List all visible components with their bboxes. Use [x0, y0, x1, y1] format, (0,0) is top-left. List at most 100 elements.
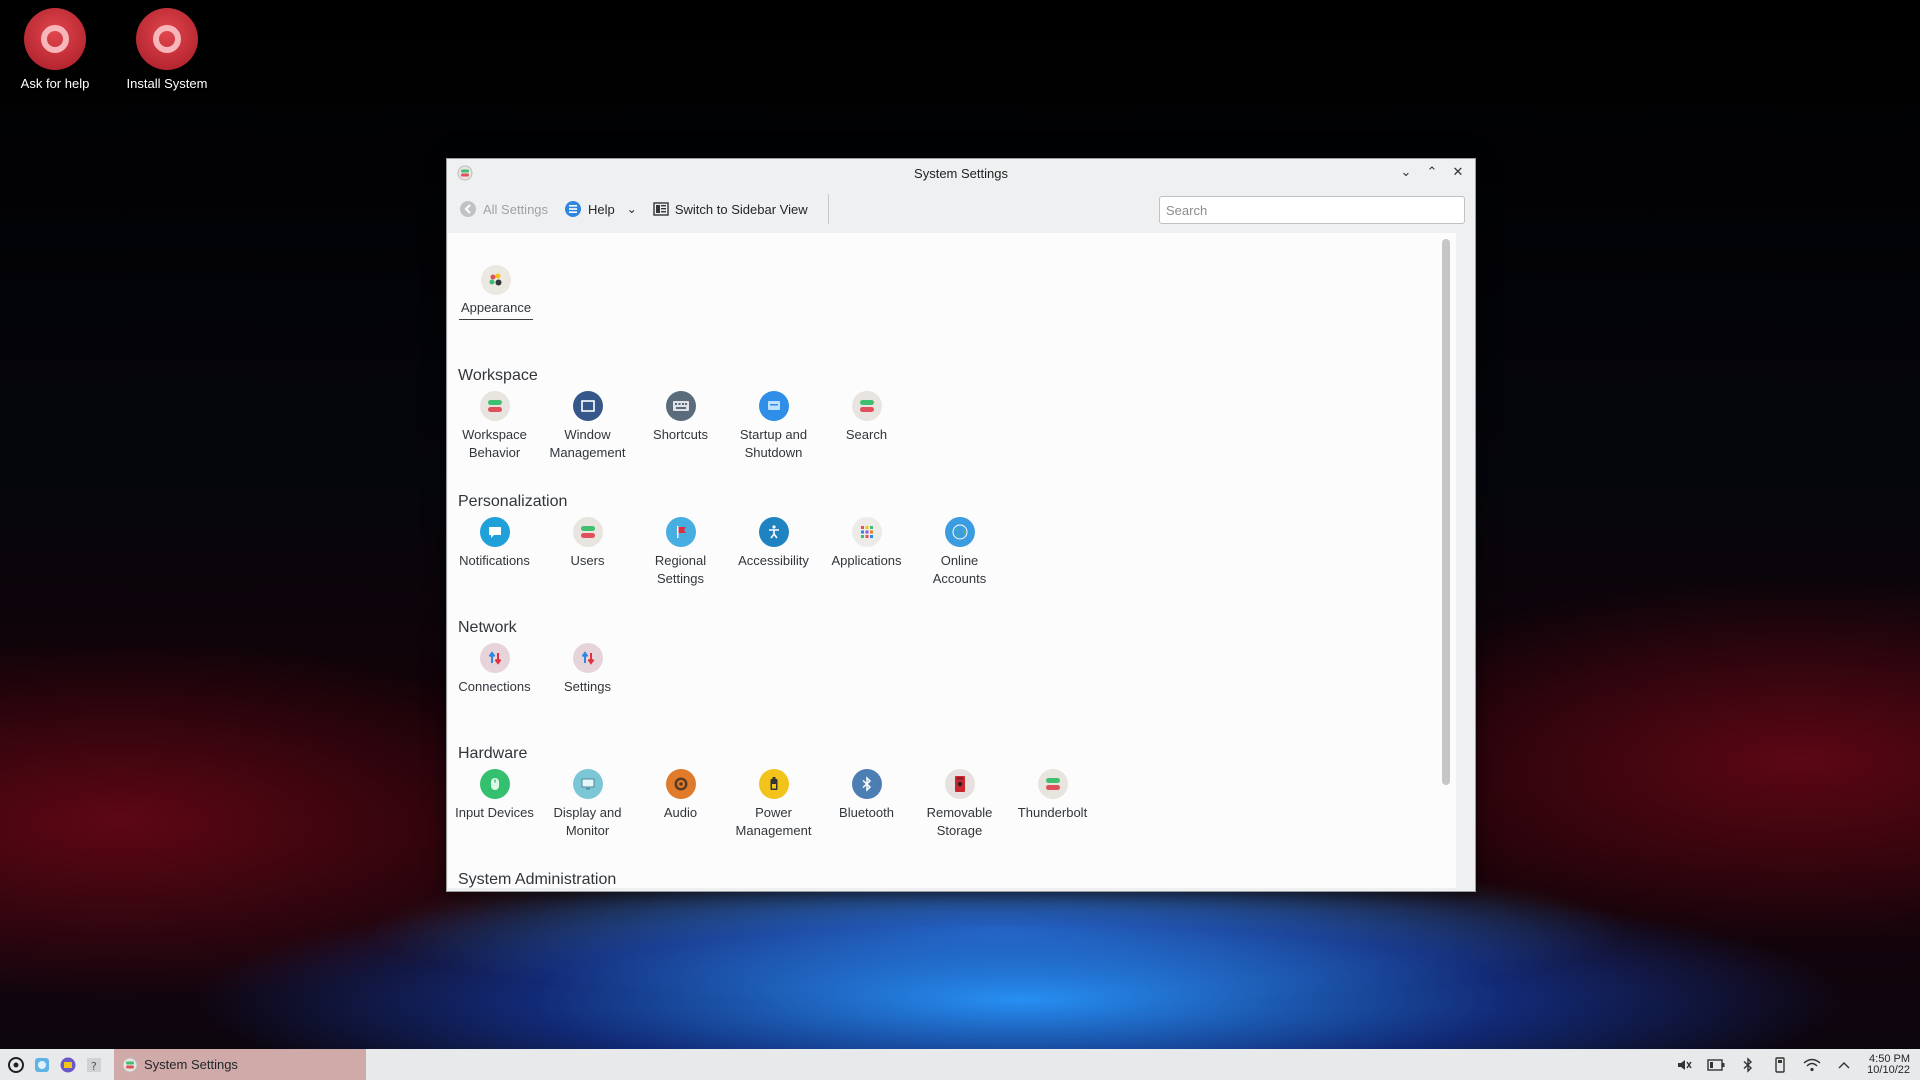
settings-item-label: Window Management [549, 427, 626, 460]
section-title-system-administration: System Administration [458, 871, 617, 888]
task-label: System Settings [144, 1057, 238, 1072]
settings-item-label: Thunderbolt [1017, 805, 1088, 820]
close-button[interactable]: ✕ [1449, 163, 1467, 181]
settings-item-input-devices[interactable]: Input Devices [448, 769, 541, 840]
settings-item-regional-settings[interactable]: Regional Settings [634, 517, 727, 588]
settings-item-search[interactable]: Search [820, 391, 913, 462]
settings-item-workspace-behavior[interactable]: Workspace Behavior [448, 391, 541, 462]
speaker-icon [665, 769, 696, 799]
toggle-icon [572, 517, 603, 547]
desktop-icon-label: Ask for help [20, 76, 90, 91]
settings-item-bluetooth[interactable]: Bluetooth [820, 769, 913, 840]
settings-item-label: Appearance [458, 300, 534, 320]
back-arrow-icon [460, 201, 476, 217]
app-launcher-icon[interactable] [6, 1055, 26, 1075]
settings-item-label: Audio [663, 805, 698, 820]
browser-icon[interactable] [32, 1055, 52, 1075]
volume-muted-icon[interactable] [1675, 1056, 1693, 1074]
chevron-up-icon: ⌃ [1426, 164, 1438, 179]
bluetooth-tray-icon[interactable] [1739, 1056, 1757, 1074]
chevron-up-icon[interactable] [1835, 1056, 1853, 1074]
settings-content: Appearance Workspace Workspace Behavior … [448, 233, 1456, 888]
wifi-icon[interactable] [1803, 1056, 1821, 1074]
appearance-icon [481, 265, 511, 295]
section-title-network: Network [458, 619, 517, 636]
toggle-icon [851, 391, 882, 421]
all-settings-button[interactable]: All Settings [459, 200, 548, 218]
desktop-icon-ask-for-help[interactable]: Ask for help [0, 8, 110, 91]
settings-item-startup-shutdown[interactable]: Startup and Shutdown [727, 391, 820, 462]
settings-item-label: Shortcuts [653, 427, 708, 442]
section-title-personalization: Personalization [458, 493, 568, 510]
settings-item-accessibility[interactable]: Accessibility [727, 517, 820, 588]
settings-item-connections[interactable]: Connections [448, 643, 541, 696]
toggle-icon [1037, 769, 1068, 799]
chevron-down-icon: ⌄ [626, 202, 637, 216]
task-system-settings[interactable]: System Settings [114, 1049, 366, 1080]
section-row-workspace: Workspace Behavior Window Management Sho… [448, 391, 913, 462]
settings-item-label: Notifications [459, 553, 530, 568]
accessibility-icon [758, 517, 789, 547]
section-row-network: Connections Settings [448, 643, 634, 696]
settings-item-appearance[interactable]: Appearance [456, 265, 536, 320]
settings-item-notifications[interactable]: Notifications [448, 517, 541, 588]
bluetooth-icon [851, 769, 882, 799]
removable-device-tray-icon[interactable] [1771, 1056, 1789, 1074]
storage-icon [944, 769, 975, 799]
battery-tray-icon[interactable] [1707, 1056, 1725, 1074]
section-title-workspace: Workspace [458, 367, 538, 384]
settings-item-power-management[interactable]: Power Management [727, 769, 820, 840]
all-settings-label: All Settings [483, 201, 549, 217]
window-titlebar[interactable]: System Settings ⌄ ⌃ ✕ [447, 159, 1475, 187]
battery-icon [758, 769, 789, 799]
desktop-icon-install-system[interactable]: Install System [112, 8, 222, 91]
svg-text:?: ? [91, 1060, 97, 1073]
toolbar-separator [827, 194, 829, 224]
section-row-personalization: Notifications Users Regional Settings Ac… [448, 517, 1006, 588]
close-icon: ✕ [1452, 164, 1464, 179]
settings-item-online-accounts[interactable]: Online Accounts [913, 517, 1006, 588]
window-icon [572, 391, 603, 421]
settings-app-icon [122, 1057, 138, 1072]
clock[interactable]: 4:50 PM 10/10/22 [1867, 1052, 1910, 1076]
settings-item-window-management[interactable]: Window Management [541, 391, 634, 462]
settings-item-label: Input Devices [455, 805, 534, 820]
toolbar: All Settings Help ⌄ Switch to Sidebar Vi… [447, 187, 1475, 231]
file-manager-icon[interactable] [58, 1055, 78, 1075]
desktop-icon-label: Install System [126, 76, 208, 91]
settings-item-label: Settings [564, 679, 611, 694]
settings-item-removable-storage[interactable]: Removable Storage [913, 769, 1006, 840]
help-icon [565, 201, 582, 217]
help-center-icon[interactable]: ? [84, 1055, 104, 1075]
chat-bubble-icon [479, 517, 510, 547]
minimize-button[interactable]: ⌄ [1397, 163, 1415, 181]
help-label: Help [588, 201, 615, 217]
arrows-icon [479, 643, 510, 673]
flag-icon [665, 517, 696, 547]
settings-app-icon [457, 165, 473, 181]
vertical-scrollbar[interactable] [1442, 239, 1450, 785]
settings-item-users[interactable]: Users [541, 517, 634, 588]
settings-item-network-settings[interactable]: Settings [541, 643, 634, 696]
clock-date: 10/10/22 [1867, 1063, 1910, 1076]
taskbar: ? System Settings 4:50 PM 10/10/22 [0, 1049, 1920, 1080]
maximize-button[interactable]: ⌃ [1423, 163, 1441, 181]
settings-item-label: Search [845, 427, 888, 442]
settings-item-applications[interactable]: Applications [820, 517, 913, 588]
switch-sidebar-view-button[interactable]: Switch to Sidebar View [653, 201, 808, 217]
settings-item-thunderbolt[interactable]: Thunderbolt [1006, 769, 1099, 840]
settings-item-shortcuts[interactable]: Shortcuts [634, 391, 727, 462]
monitor-icon [572, 769, 603, 799]
window-title: System Settings [914, 165, 1008, 181]
help-menu-button[interactable]: Help ⌄ [564, 200, 637, 218]
settings-item-label: Removable Storage [926, 805, 993, 838]
settings-item-label: Display and Monitor [553, 805, 622, 838]
settings-item-display-monitor[interactable]: Display and Monitor [541, 769, 634, 840]
lifebuoy-icon [24, 8, 86, 70]
clock-time: 4:50 PM [1869, 1052, 1910, 1065]
search-input[interactable] [1159, 196, 1465, 224]
settings-item-label: Accessibility [738, 553, 809, 568]
grid-icon [851, 517, 882, 547]
settings-item-label: Applications [831, 553, 902, 568]
settings-item-audio[interactable]: Audio [634, 769, 727, 840]
